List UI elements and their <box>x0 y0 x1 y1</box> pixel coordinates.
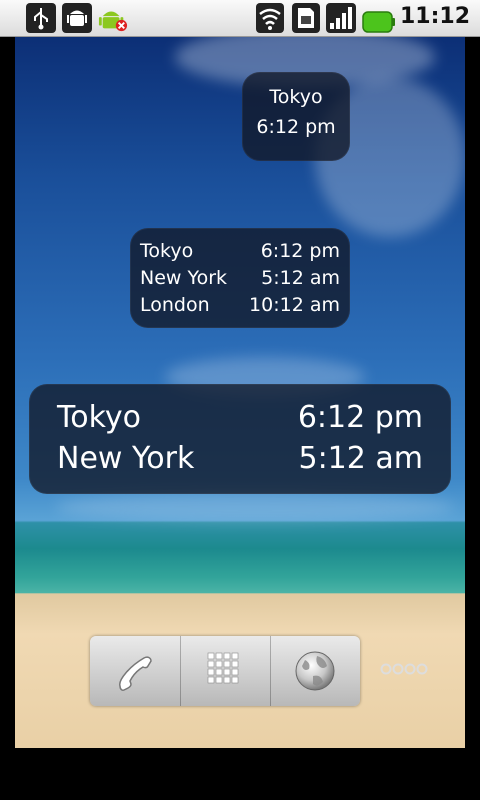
widget-city: Tokyo <box>269 86 323 108</box>
widget-city: Tokyo <box>140 240 194 262</box>
widget-time: 6:12 pm <box>256 116 336 138</box>
signal-icon <box>326 3 356 33</box>
app-drawer-icon <box>207 652 239 684</box>
widget-time: 6:12 pm <box>260 240 340 262</box>
widget-city: New York <box>57 441 195 476</box>
widget-row: New York 5:12 am <box>140 267 340 293</box>
widget-time: 5:12 am <box>298 441 423 476</box>
widget-time: 10:12 am <box>249 294 340 316</box>
widget-row: Tokyo 6:12 pm <box>140 240 340 266</box>
world-clock-widget-medium[interactable]: Tokyo 6:12 pm New York 5:12 am London 10… <box>130 228 350 328</box>
usb-icon <box>26 3 56 33</box>
world-clock-widget-large[interactable]: Tokyo 6:12 pm New York 5:12 am <box>29 384 451 494</box>
widget-city: Tokyo <box>57 400 141 435</box>
status-bar[interactable]: 11:12 <box>0 0 480 37</box>
widget-time: 5:12 am <box>261 267 340 289</box>
wallpaper-cloud <box>55 492 455 522</box>
status-clock: 11:12 <box>399 4 470 29</box>
sim-card-icon <box>292 3 320 33</box>
widget-row: London 10:12 am <box>140 294 340 320</box>
launcher-dock <box>90 636 360 706</box>
app-drawer-button[interactable] <box>180 636 270 706</box>
more-icon[interactable] <box>380 662 428 676</box>
widget-time: 6:12 pm <box>297 400 423 435</box>
world-clock-widget-small[interactable]: Tokyo 6:12 pm <box>242 72 350 161</box>
battery-icon <box>362 11 395 33</box>
widget-city: London <box>140 294 210 316</box>
android-error-icon <box>98 11 128 32</box>
phone-button[interactable] <box>90 636 179 706</box>
widget-city: New York <box>140 267 228 289</box>
browser-globe-icon <box>295 651 335 691</box>
phone-icon <box>119 656 152 691</box>
widget-row: New York 5:12 am <box>57 441 423 481</box>
wifi-icon <box>256 3 284 33</box>
android-debug-icon <box>62 3 92 33</box>
browser-button[interactable] <box>270 636 360 706</box>
widget-row: Tokyo 6:12 pm <box>57 400 423 440</box>
